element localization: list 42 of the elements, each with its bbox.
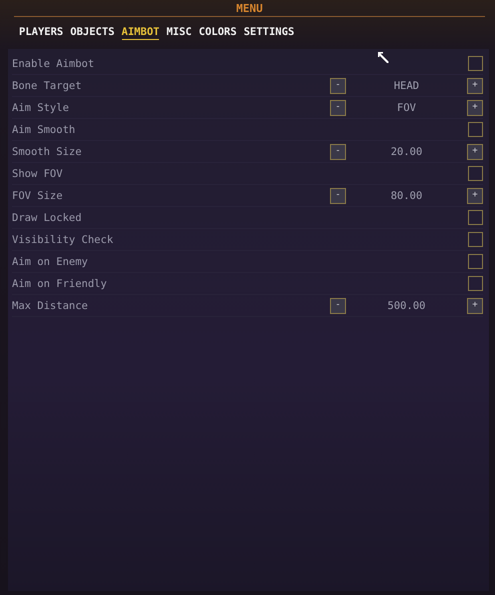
option-label: Aim Smooth: [12, 124, 76, 136]
decrement-button[interactable]: -: [330, 298, 346, 314]
tab[interactable]: OBJECTS: [70, 25, 115, 40]
tab[interactable]: SETTINGS: [244, 25, 294, 40]
tab[interactable]: AIMBOT: [122, 25, 160, 40]
option-label: Aim on Enemy: [12, 256, 89, 268]
option-value: 500.00: [386, 300, 426, 312]
decrement-button[interactable]: -: [330, 78, 346, 94]
checkbox[interactable]: [468, 210, 483, 225]
option-label: Aim on Friendly: [12, 278, 108, 290]
checkbox[interactable]: [468, 254, 483, 269]
tab[interactable]: COLORS: [198, 25, 237, 40]
option-label: Bone Target: [12, 80, 83, 92]
option-label: Enable Aimbot: [12, 58, 96, 70]
resize-cursor-icon: [378, 52, 389, 63]
increment-button[interactable]: +: [467, 298, 483, 314]
tab[interactable]: MISC: [166, 25, 192, 40]
option-label: Show FOV: [12, 168, 64, 180]
option-label: Draw Locked: [12, 212, 83, 224]
checkbox[interactable]: [468, 122, 483, 137]
option-label: Visibility Check: [12, 234, 114, 246]
option-value: 20.00: [390, 146, 424, 158]
checkbox[interactable]: [468, 56, 483, 71]
checkbox[interactable]: [468, 232, 483, 247]
tab[interactable]: PLAYERS: [19, 25, 64, 40]
increment-button[interactable]: +: [467, 188, 483, 204]
checkbox[interactable]: [468, 276, 483, 291]
option-label: Max Distance: [12, 300, 89, 312]
option-value: 80.00: [390, 190, 424, 202]
increment-button[interactable]: +: [467, 78, 483, 94]
increment-button[interactable]: +: [467, 100, 483, 116]
decrement-button[interactable]: -: [330, 144, 346, 160]
menu-title: MENU: [236, 2, 263, 16]
decrement-button[interactable]: -: [330, 100, 346, 116]
checkbox[interactable]: [468, 166, 483, 181]
option-label: Aim Style: [12, 102, 70, 114]
option-label: FOV Size: [12, 190, 64, 202]
increment-button[interactable]: +: [467, 144, 483, 160]
option-label: Smooth Size: [12, 146, 83, 158]
option-value: HEAD: [392, 80, 420, 92]
decrement-button[interactable]: -: [330, 188, 346, 204]
option-value: FOV: [396, 102, 417, 114]
